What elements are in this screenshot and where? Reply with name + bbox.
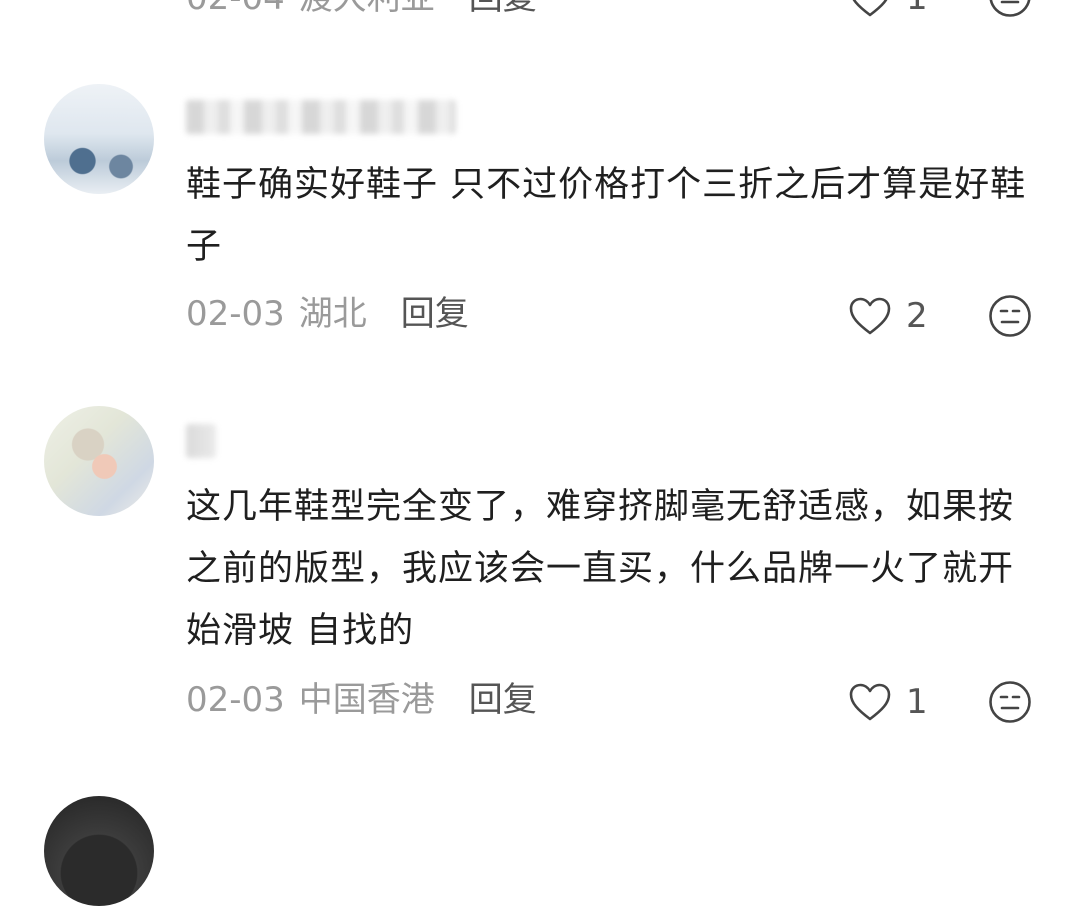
comment-text: 鞋子确实好鞋子 只不过价格打个三折之后才算是好鞋子 [186,165,1027,267]
comment-meta: 02-03 中国香港 回复 [186,680,537,720]
avatar[interactable] [44,406,154,516]
comment-location: 渡大利亚 [299,0,435,18]
dislike-button[interactable] [988,680,1032,724]
comment-location: 中国香港 [298,680,435,720]
heart-outline-icon [849,683,891,721]
heart-outline-icon [849,297,891,335]
like-button[interactable]: 1 [848,0,928,20]
avatar[interactable] [44,84,154,194]
username-blurred[interactable] [186,424,216,458]
reply-button[interactable]: 回复 [469,680,537,720]
comment-date: 02-04 [186,0,285,18]
reply-button[interactable]: 回复 [469,0,537,18]
meh-face-icon [989,0,1031,17]
comment-date: 02-03 [186,680,285,720]
like-button[interactable]: 1 [848,680,928,724]
heart-outline-icon [852,0,888,17]
username-blurred[interactable] [186,100,456,134]
comment-meta: 02-04 渡大利亚 回复 [186,0,537,18]
comment-text: 这几年鞋型完全变了，难穿挤脚毫无舒适感，如果按之前的版型，我应该会一直买，什么品… [186,487,1015,651]
like-button[interactable]: 2 [848,294,928,338]
like-count: 1 [906,682,928,722]
like-count: 2 [906,296,928,336]
like-count: 1 [906,0,928,18]
dislike-button[interactable] [988,0,1032,18]
reply-button[interactable]: 回复 [401,294,469,334]
meh-face-icon [989,681,1031,723]
comment-date: 02-03 [186,294,285,334]
meh-face-icon [989,295,1031,337]
comment-location: 湖北 [298,294,367,334]
comment-meta: 02-03 湖北 回复 [186,294,469,334]
avatar[interactable] [44,796,154,906]
dislike-button[interactable] [988,294,1032,338]
